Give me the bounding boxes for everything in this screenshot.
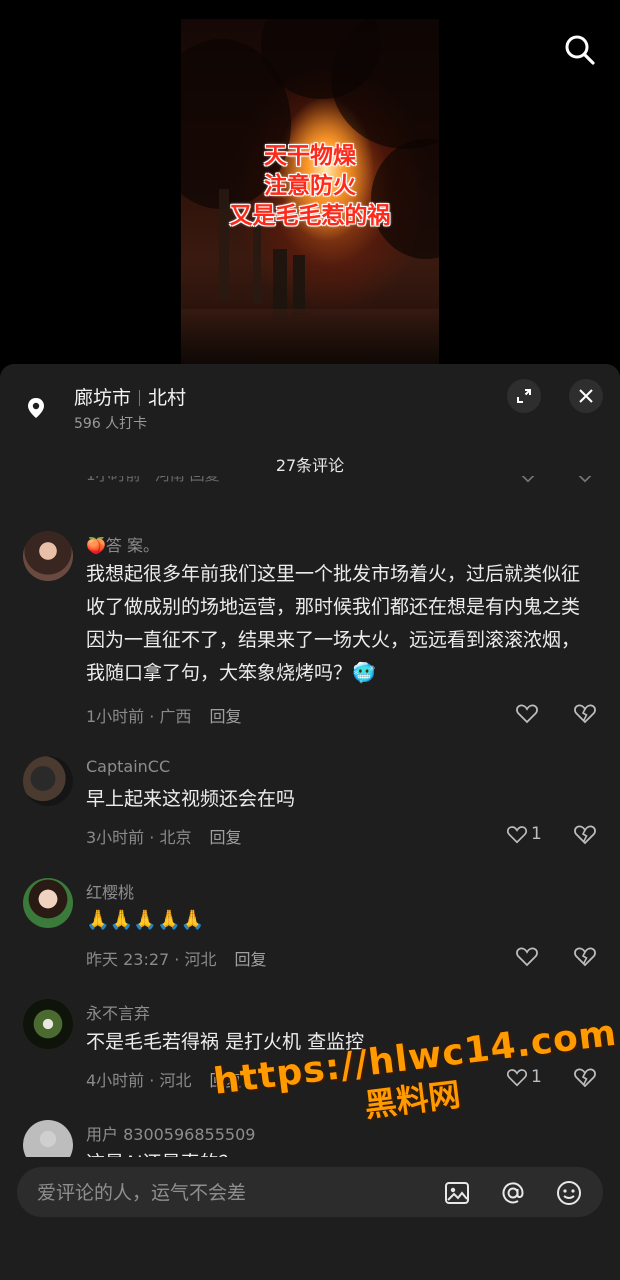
location-title: 廊坊市 北村 — [74, 383, 186, 410]
avatar[interactable] — [23, 756, 73, 806]
emoji-icon[interactable] — [555, 1179, 583, 1207]
comment-input-box[interactable] — [17, 1167, 603, 1219]
video-thumbnail[interactable]: 天干物燥 注意防火 又是毛毛惹的祸 — [181, 19, 439, 364]
video-caption: 天干物燥 注意防火 又是毛毛惹的祸 — [181, 141, 439, 231]
close-icon — [579, 389, 593, 403]
comment-meta: 昨天 23:27 · 河北 回复 — [86, 946, 266, 970]
heart-icon — [506, 826, 528, 844]
location-pin-icon — [28, 398, 44, 418]
avatar[interactable] — [23, 531, 73, 581]
close-button[interactable] — [569, 379, 603, 413]
broken-heart-icon[interactable] — [572, 944, 598, 968]
comment-author[interactable]: CaptainCC — [86, 757, 170, 776]
comment-sheet: 廊坊市北村 596 人打卡 27条评论 1小时前 · 河南 回复 🍑答 案。 我… — [0, 364, 620, 1280]
like-button[interactable] — [515, 944, 541, 968]
comment-meta: 3小时前 · 北京 回复 — [86, 824, 241, 848]
avatar[interactable] — [23, 878, 73, 928]
broken-heart-icon[interactable] — [572, 701, 598, 725]
heart-icon[interactable] — [517, 476, 539, 484]
search-button[interactable] — [562, 32, 598, 68]
location-checkins: 596 人打卡 — [74, 416, 148, 432]
comment-input[interactable] — [35, 1167, 419, 1219]
reply-button[interactable]: 回复 — [234, 950, 266, 969]
comment-text: 我想起很多年前我们这里一个批发市场着火，过后就类似征收了做成别的场地运营，那时候… — [86, 563, 581, 684]
image-icon[interactable] — [443, 1179, 471, 1207]
comment-time-location: 1小时前 · 广西 — [86, 707, 192, 726]
comment-author[interactable]: 红樱桃 — [86, 879, 134, 903]
like-button[interactable] — [515, 701, 541, 725]
comment-time-location: 3小时前 · 北京 — [86, 828, 192, 847]
reply-button[interactable]: 回复 — [209, 707, 241, 726]
comment-author[interactable]: 永不言弃 — [86, 1000, 150, 1024]
comment-time-location: 4小时前 · 河北 — [86, 1071, 192, 1090]
broken-heart-icon[interactable] — [574, 476, 596, 484]
location-separator — [139, 390, 141, 406]
comment-text: 🙏🙏🙏🙏🙏 — [86, 909, 205, 931]
comment-author[interactable]: 🍑答 案。 — [86, 532, 159, 556]
like-count: 1 — [531, 824, 542, 844]
expand-icon — [517, 389, 531, 403]
like-button[interactable]: 1 — [505, 822, 545, 846]
at-icon[interactable] — [499, 1179, 527, 1207]
heart-icon — [516, 704, 538, 724]
heart-icon — [516, 947, 538, 967]
video-area[interactable]: 天干物燥 注意防火 又是毛毛惹的祸 — [0, 0, 620, 364]
location-city: 廊坊市 — [74, 387, 132, 409]
partial-comment-meta: 1小时前 · 河南 回复 — [86, 476, 220, 485]
video-caption-line-2: 注意防火 — [264, 173, 356, 199]
video-caption-line-1: 天干物燥 — [264, 143, 356, 169]
expand-button[interactable] — [507, 379, 541, 413]
comment-input-bar — [0, 1157, 620, 1280]
comment-time-location: 昨天 23:27 · 河北 — [86, 950, 217, 969]
comments-count: 27条评论 — [275, 456, 345, 475]
avatar[interactable] — [23, 1120, 73, 1158]
video-caption-line-3: 又是毛毛惹的祸 — [229, 203, 391, 229]
comment-text: 早上起来这视频还会在吗 — [86, 788, 296, 810]
partial-comment-row: 1小时前 · 河南 回复 — [0, 476, 620, 498]
search-icon — [565, 35, 595, 65]
broken-heart-icon[interactable] — [572, 822, 598, 846]
reply-button[interactable]: 回复 — [209, 828, 241, 847]
location-area: 北村 — [148, 387, 187, 409]
avatar[interactable] — [23, 999, 73, 1049]
comment-meta: 1小时前 · 广西 回复 — [86, 703, 241, 727]
